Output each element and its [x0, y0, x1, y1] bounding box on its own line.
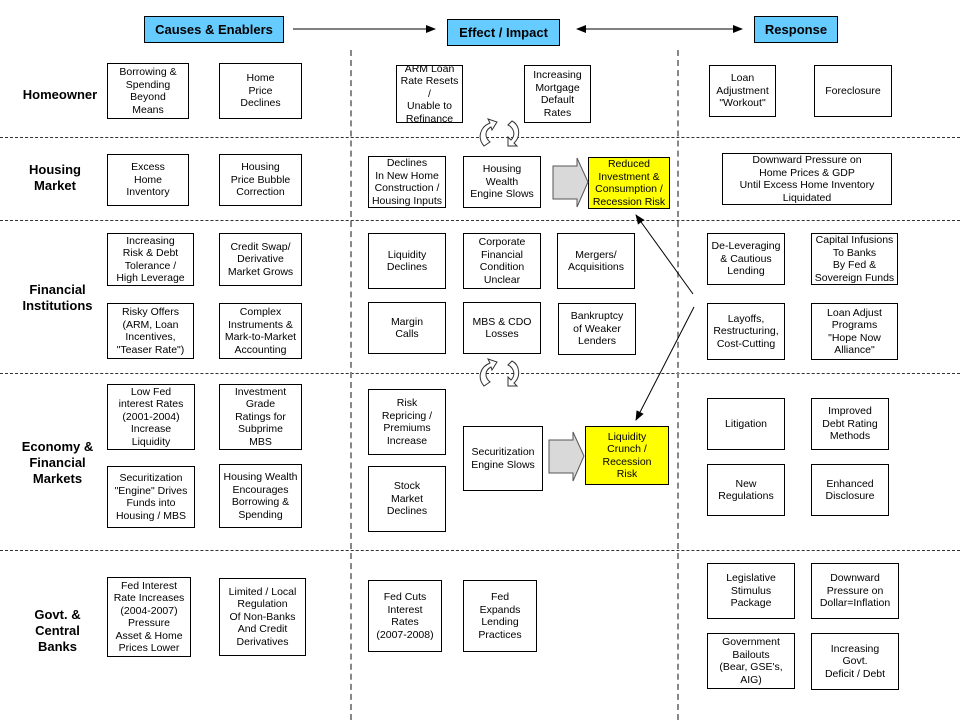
effect-corporate-financial-condition: Corporate Financial Condition Unclear — [463, 233, 541, 289]
cause-housing-wealth: Housing Wealth Encourages Borrowing & Sp… — [219, 464, 302, 528]
effect-liquidity-declines: Liquidity Declines — [368, 233, 446, 289]
row-label-housing-market: Housing Market — [29, 162, 81, 193]
arrow-to-liquidity-crunch — [635, 306, 695, 421]
header-effect-impact: Effect / Impact — [447, 19, 560, 46]
cause-housing-price-bubble: Housing Price Bubble Correction — [219, 154, 302, 206]
response-downward-pressure-dollar: Downward Pressure on Dollar=Inflation — [811, 563, 899, 619]
response-increasing-govt-deficit: Increasing Govt. Deficit / Debt — [811, 633, 899, 690]
response-capital-infusions: Capital Infusions To Banks By Fed & Sove… — [811, 233, 898, 285]
block-arrow-economy — [548, 431, 585, 482]
effect-margin-calls: Margin Calls — [368, 302, 446, 354]
effect-housing-wealth-engine-slows: Housing Wealth Engine Slows — [463, 156, 541, 208]
effect-fed-expands-lending: Fed Expands Lending Practices — [463, 580, 537, 652]
row-label-govt-central-banks: Govt. & Central Banks — [34, 607, 81, 654]
response-de-leveraging: De-Leveraging & Cautious Lending — [707, 233, 785, 285]
cause-home-price-declines: Home Price Declines — [219, 63, 302, 119]
cause-excess-home-inventory: Excess Home Inventory — [107, 154, 189, 206]
response-government-bailouts: Government Bailouts (Bear, GSE's, AIG) — [707, 633, 795, 689]
cause-risky-offers: Risky Offers (ARM, Loan Incentives, "Tea… — [107, 303, 194, 359]
effect-mortgage-default-rates: Increasing Mortgage Default Rates — [524, 65, 591, 123]
effect-mbs-cdo-losses: MBS & CDO Losses — [463, 302, 541, 354]
row-label-financial-institutions: Financial Institutions — [22, 282, 93, 313]
response-legislative-stimulus: Legislative Stimulus Package — [707, 563, 795, 619]
row-separator-4 — [0, 550, 960, 551]
row-separator-1 — [0, 137, 960, 138]
cause-fed-rate-increases: Fed Interest Rate Increases (2004-2007) … — [107, 577, 191, 657]
response-enhanced-disclosure: Enhanced Disclosure — [811, 464, 889, 516]
header-causes-enablers: Causes & Enablers — [144, 16, 284, 43]
row-label-economy-financial-markets: Economy & Financial Markets — [21, 439, 94, 486]
row-separator-3 — [0, 373, 960, 374]
cause-complex-instruments: Complex Instruments & Mark-to-Market Acc… — [219, 303, 302, 359]
effect-fed-cuts-interest-rates: Fed Cuts Interest Rates (2007-2008) — [368, 580, 442, 652]
column-separator-2 — [677, 50, 679, 720]
cycle-icon-top — [479, 118, 520, 147]
row-separator-2 — [0, 220, 960, 221]
header-response: Response — [754, 16, 838, 43]
effect-liquidity-crunch-recession-risk: Liquidity Crunch / Recession Risk — [585, 426, 669, 485]
cause-credit-swap-derivative: Credit Swap/ Derivative Market Grows — [219, 233, 302, 286]
response-litigation: Litigation — [707, 398, 785, 450]
effect-stock-market-declines: Stock Market Declines — [368, 466, 446, 532]
cause-investment-grade-ratings: Investment Grade Ratings for Subprime MB… — [219, 384, 302, 450]
effect-declines-new-home-construction: Declines In New Home Construction / Hous… — [368, 156, 446, 208]
response-foreclosure: Foreclosure — [814, 65, 892, 117]
cause-low-fed-rates: Low Fed interest Rates (2001-2004) Incre… — [107, 384, 195, 450]
cause-increasing-risk-debt: Increasing Risk & Debt Tolerance / High … — [107, 233, 194, 286]
effect-reduced-investment-recession-risk: Reduced Investment & Consumption / Reces… — [588, 157, 670, 209]
column-separator-1 — [350, 50, 352, 720]
effect-bankruptcy-weaker-lenders: Bankruptcy of Weaker Lenders — [558, 303, 636, 355]
arrow-to-reduced-investment — [635, 214, 694, 295]
cause-limited-regulation: Limited / Local Regulation Of Non-Banks … — [219, 578, 306, 656]
response-layoffs-restructuring: Layoffs, Restructuring, Cost-Cutting — [707, 303, 785, 360]
effect-securitization-engine-slows: Securitization Engine Slows — [463, 426, 543, 491]
block-arrow-housing — [552, 157, 589, 208]
effect-mergers-acquisitions: Mergers/ Acquisitions — [557, 233, 635, 289]
response-improved-debt-rating: Improved Debt Rating Methods — [811, 398, 889, 450]
cause-securitization-engine: Securitization "Engine" Drives Funds int… — [107, 466, 195, 528]
response-loan-adjust-programs: Loan Adjust Programs "Hope Now Alliance" — [811, 303, 898, 360]
arrow-head-left — [576, 25, 586, 33]
response-new-regulations: New Regulations — [707, 464, 785, 516]
cause-borrowing-spending: Borrowing & Spending Beyond Means — [107, 63, 189, 119]
response-downward-pressure-home-prices: Downward Pressure on Home Prices & GDP U… — [722, 153, 892, 205]
response-loan-adjustment-workout: Loan Adjustment "Workout" — [709, 65, 776, 117]
effect-risk-repricing: Risk Repricing / Premiums Increase — [368, 389, 446, 455]
effect-arm-loan-resets: ARM Loan Rate Resets / Unable to Refinan… — [396, 63, 463, 125]
row-label-homeowner: Homeowner — [22, 87, 98, 102]
